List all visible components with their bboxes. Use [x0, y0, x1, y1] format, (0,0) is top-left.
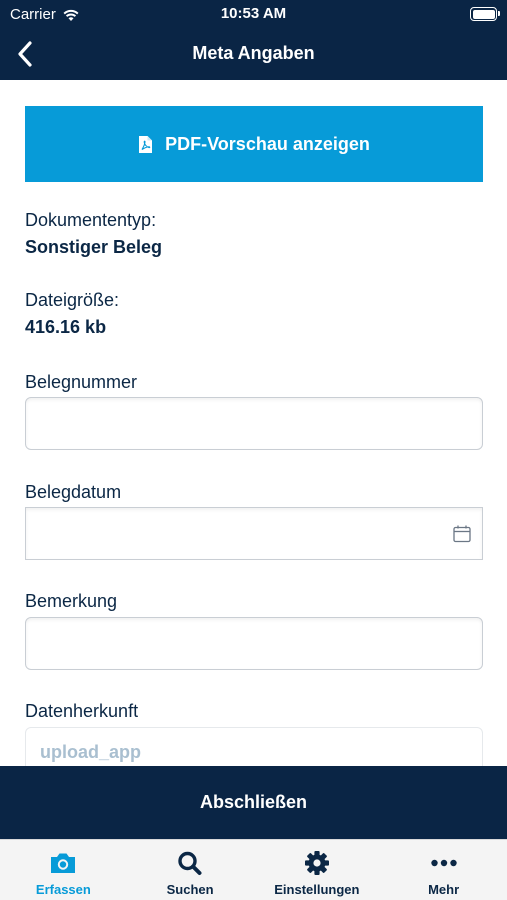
belegdatum-field[interactable] [25, 507, 483, 560]
navigation-bar: Meta Angaben [0, 28, 507, 80]
tab-erfassen-label: Erfassen [35, 882, 91, 897]
tab-bar: Erfassen Suchen Einstellungen Mehr [0, 839, 507, 900]
camera-icon [51, 853, 76, 873]
belegnummer-input[interactable] [26, 398, 482, 449]
status-bar: Carrier 10:53 AM [0, 0, 507, 28]
submit-button[interactable]: Abschließen [0, 766, 507, 839]
belegnummer-label: Belegnummer [25, 372, 138, 392]
tab-erfassen[interactable]: Erfassen [0, 840, 127, 900]
tab-suchen-label: Suchen [166, 882, 214, 897]
datenherkunft-label: Datenherkunft [25, 701, 139, 721]
tab-einstellungen-label: Einstellungen [274, 882, 360, 897]
doctype-value: Sonstiger Beleg [25, 237, 163, 257]
tab-suchen[interactable]: Suchen [127, 840, 254, 900]
doctype-label: Dokumententyp: [25, 210, 157, 230]
search-icon [178, 851, 202, 875]
belegdatum-input[interactable] [26, 508, 482, 559]
pdf-preview-button[interactable]: PDF-Vorschau anzeigen [25, 106, 483, 182]
more-dots-icon [430, 859, 457, 867]
datenherkunft-value: upload_app [40, 742, 142, 762]
pdf-file-icon [139, 135, 153, 153]
belegdatum-label: Belegdatum [25, 482, 122, 502]
bemerkung-field[interactable] [25, 617, 483, 670]
tab-mehr-label: Mehr [428, 882, 460, 897]
bemerkung-input[interactable] [26, 618, 482, 669]
main-content[interactable]: PDF-Vorschau anzeigen Dokumententyp: Son… [0, 80, 507, 766]
gear-icon [304, 851, 329, 875]
belegnummer-field[interactable] [25, 397, 483, 450]
tab-mehr[interactable]: Mehr [380, 840, 507, 900]
calendar-icon[interactable] [452, 524, 472, 544]
submit-label: Abschließen [199, 792, 308, 812]
pdf-preview-label: PDF-Vorschau anzeigen [165, 133, 370, 154]
page-title: Meta Angaben [192, 43, 315, 63]
filesize-label: Dateigröße: [25, 290, 120, 310]
bemerkung-label: Bemerkung [25, 591, 118, 611]
filesize-value: 416.16 kb [25, 317, 107, 337]
battery-icon [470, 7, 500, 21]
clock: 10:53 AM [220, 5, 287, 22]
tab-einstellungen[interactable]: Einstellungen [254, 840, 381, 900]
datenherkunft-field: upload_app [25, 727, 483, 766]
